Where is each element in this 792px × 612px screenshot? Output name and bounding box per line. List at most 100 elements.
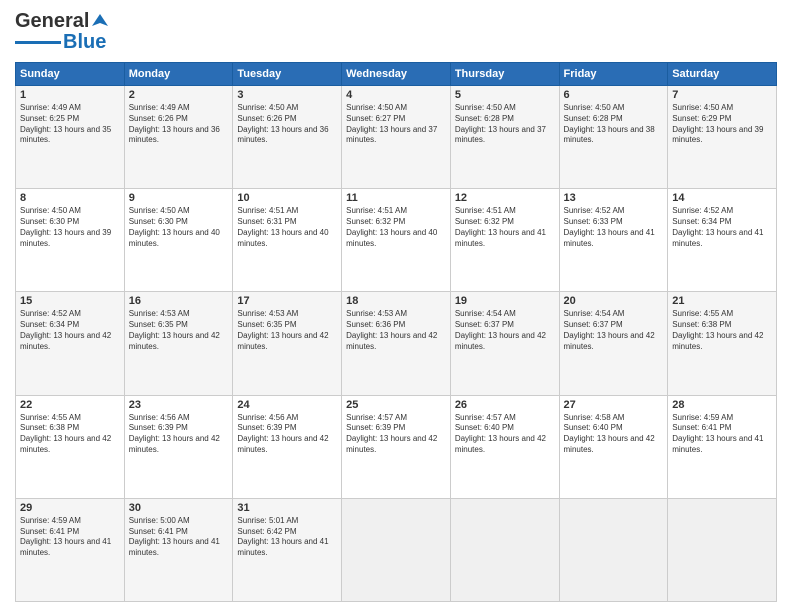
day-info: Sunrise: 4:54 AMSunset: 6:37 PMDaylight:… (564, 309, 664, 352)
day-number: 17 (237, 295, 337, 307)
day-info: Sunrise: 4:53 AMSunset: 6:35 PMDaylight:… (129, 309, 229, 352)
calendar-cell: 11 Sunrise: 4:51 AMSunset: 6:32 PMDayligh… (342, 189, 451, 292)
day-number: 14 (672, 192, 772, 204)
day-number: 11 (346, 192, 446, 204)
day-number: 30 (129, 502, 229, 514)
calendar-table: SundayMondayTuesdayWednesdayThursdayFrid… (15, 62, 777, 602)
calendar-cell: 17Sunrise: 4:53 AMSunset: 6:35 PMDayligh… (233, 292, 342, 395)
calendar-cell: 16 Sunrise: 4:53 AMSunset: 6:35 PMDayligh… (124, 292, 233, 395)
logo-bird-icon (90, 12, 110, 32)
calendar-cell: 7 Sunrise: 4:50 AMSunset: 6:29 PMDaylight… (668, 86, 777, 189)
calendar-cell: 24 Sunrise: 4:56 AMSunset: 6:39 PMDayligh… (233, 395, 342, 498)
calendar-cell: 1 Sunrise: 4:49 AMSunset: 6:25 PMDaylight… (16, 86, 125, 189)
day-number: 16 (129, 295, 229, 307)
day-info: Sunrise: 4:58 AMSunset: 6:40 PMDaylight:… (564, 413, 664, 456)
day-info: Sunrise: 4:51 AMSunset: 6:32 PMDaylight:… (346, 206, 446, 249)
calendar-cell: 27 Sunrise: 4:58 AMSunset: 6:40 PMDayligh… (559, 395, 668, 498)
day-info: Sunrise: 5:00 AMSunset: 6:41 PMDaylight:… (129, 516, 229, 559)
calendar-cell: 21 Sunrise: 4:55 AMSunset: 6:38 PMDayligh… (668, 292, 777, 395)
day-info: Sunrise: 4:56 AMSunset: 6:39 PMDaylight:… (237, 413, 337, 456)
day-number: 7 (672, 89, 772, 101)
day-number: 1 (20, 89, 120, 101)
logo-general: General (15, 10, 89, 33)
calendar-cell: 5 Sunrise: 4:50 AMSunset: 6:28 PMDaylight… (450, 86, 559, 189)
day-number: 10 (237, 192, 337, 204)
calendar-cell: 4 Sunrise: 4:50 AMSunset: 6:27 PMDaylight… (342, 86, 451, 189)
day-number: 21 (672, 295, 772, 307)
day-info: Sunrise: 4:55 AMSunset: 6:38 PMDaylight:… (672, 309, 772, 352)
day-info: Sunrise: 4:57 AMSunset: 6:40 PMDaylight:… (455, 413, 555, 456)
day-info: Sunrise: 4:59 AMSunset: 6:41 PMDaylight:… (20, 516, 120, 559)
day-number: 15 (20, 295, 120, 307)
day-info: Sunrise: 4:52 AMSunset: 6:33 PMDaylight:… (564, 206, 664, 249)
calendar-cell: 28Sunrise: 4:59 AMSunset: 6:41 PMDayligh… (668, 395, 777, 498)
calendar-cell: 23 Sunrise: 4:56 AMSunset: 6:39 PMDayligh… (124, 395, 233, 498)
calendar-cell: 19 Sunrise: 4:54 AMSunset: 6:37 PMDayligh… (450, 292, 559, 395)
day-number: 3 (237, 89, 337, 101)
calendar-cell: 30 Sunrise: 5:00 AMSunset: 6:41 PMDayligh… (124, 498, 233, 601)
day-number: 23 (129, 399, 229, 411)
day-number: 26 (455, 399, 555, 411)
logo-blue: Blue (63, 31, 106, 54)
weekday-header-wednesday: Wednesday (342, 63, 451, 86)
day-info: Sunrise: 4:50 AMSunset: 6:26 PMDaylight:… (237, 103, 337, 146)
day-info: Sunrise: 4:50 AMSunset: 6:27 PMDaylight:… (346, 103, 446, 146)
logo: General Blue (15, 10, 110, 54)
day-number: 29 (20, 502, 120, 514)
calendar-cell: 20 Sunrise: 4:54 AMSunset: 6:37 PMDayligh… (559, 292, 668, 395)
calendar-cell: 29 Sunrise: 4:59 AMSunset: 6:41 PMDayligh… (16, 498, 125, 601)
day-info: Sunrise: 4:49 AMSunset: 6:25 PMDaylight:… (20, 103, 120, 146)
day-info: Sunrise: 4:56 AMSunset: 6:39 PMDaylight:… (129, 413, 229, 456)
weekday-header-friday: Friday (559, 63, 668, 86)
day-number: 13 (564, 192, 664, 204)
calendar-cell: 14Sunrise: 4:52 AMSunset: 6:34 PMDayligh… (668, 189, 777, 292)
calendar-cell: 13 Sunrise: 4:52 AMSunset: 6:33 PMDayligh… (559, 189, 668, 292)
day-number: 8 (20, 192, 120, 204)
day-info: Sunrise: 4:53 AMSunset: 6:36 PMDaylight:… (346, 309, 446, 352)
calendar-cell: 12Sunrise: 4:51 AMSunset: 6:32 PMDayligh… (450, 189, 559, 292)
calendar-cell: 15Sunrise: 4:52 AMSunset: 6:34 PMDayligh… (16, 292, 125, 395)
week-row-1: 1 Sunrise: 4:49 AMSunset: 6:25 PMDaylight… (16, 86, 777, 189)
day-number: 20 (564, 295, 664, 307)
weekday-header-saturday: Saturday (668, 63, 777, 86)
header: General Blue (15, 10, 777, 54)
week-row-4: 22Sunrise: 4:55 AMSunset: 6:38 PMDayligh… (16, 395, 777, 498)
weekday-header-monday: Monday (124, 63, 233, 86)
day-info: Sunrise: 4:50 AMSunset: 6:28 PMDaylight:… (455, 103, 555, 146)
day-number: 27 (564, 399, 664, 411)
week-row-3: 15Sunrise: 4:52 AMSunset: 6:34 PMDayligh… (16, 292, 777, 395)
day-number: 5 (455, 89, 555, 101)
calendar-cell (559, 498, 668, 601)
day-number: 9 (129, 192, 229, 204)
calendar-cell: 31Sunrise: 5:01 AMSunset: 6:42 PMDayligh… (233, 498, 342, 601)
calendar-cell: 22Sunrise: 4:55 AMSunset: 6:38 PMDayligh… (16, 395, 125, 498)
day-number: 28 (672, 399, 772, 411)
day-info: Sunrise: 4:50 AMSunset: 6:29 PMDaylight:… (672, 103, 772, 146)
day-number: 25 (346, 399, 446, 411)
calendar-cell (450, 498, 559, 601)
calendar-cell: 9Sunrise: 4:50 AMSunset: 6:30 PMDaylight… (124, 189, 233, 292)
day-info: Sunrise: 4:55 AMSunset: 6:38 PMDaylight:… (20, 413, 120, 456)
day-number: 24 (237, 399, 337, 411)
day-info: Sunrise: 4:50 AMSunset: 6:28 PMDaylight:… (564, 103, 664, 146)
day-number: 19 (455, 295, 555, 307)
day-info: Sunrise: 4:57 AMSunset: 6:39 PMDaylight:… (346, 413, 446, 456)
day-info: Sunrise: 4:54 AMSunset: 6:37 PMDaylight:… (455, 309, 555, 352)
week-row-5: 29 Sunrise: 4:59 AMSunset: 6:41 PMDayligh… (16, 498, 777, 601)
weekday-header-row: SundayMondayTuesdayWednesdayThursdayFrid… (16, 63, 777, 86)
weekday-header-thursday: Thursday (450, 63, 559, 86)
calendar-cell: 10Sunrise: 4:51 AMSunset: 6:31 PMDayligh… (233, 189, 342, 292)
day-number: 2 (129, 89, 229, 101)
weekday-header-tuesday: Tuesday (233, 63, 342, 86)
day-number: 18 (346, 295, 446, 307)
calendar-cell (342, 498, 451, 601)
day-info: Sunrise: 4:50 AMSunset: 6:30 PMDaylight:… (20, 206, 120, 249)
day-number: 4 (346, 89, 446, 101)
weekday-header-sunday: Sunday (16, 63, 125, 86)
calendar-cell: 25 Sunrise: 4:57 AMSunset: 6:39 PMDayligh… (342, 395, 451, 498)
calendar-body: 1 Sunrise: 4:49 AMSunset: 6:25 PMDaylight… (16, 86, 777, 602)
calendar-cell: 3 Sunrise: 4:50 AMSunset: 6:26 PMDaylight… (233, 86, 342, 189)
calendar-cell: 18 Sunrise: 4:53 AMSunset: 6:36 PMDayligh… (342, 292, 451, 395)
calendar-cell (668, 498, 777, 601)
day-info: Sunrise: 5:01 AMSunset: 6:42 PMDaylight:… (237, 516, 337, 559)
